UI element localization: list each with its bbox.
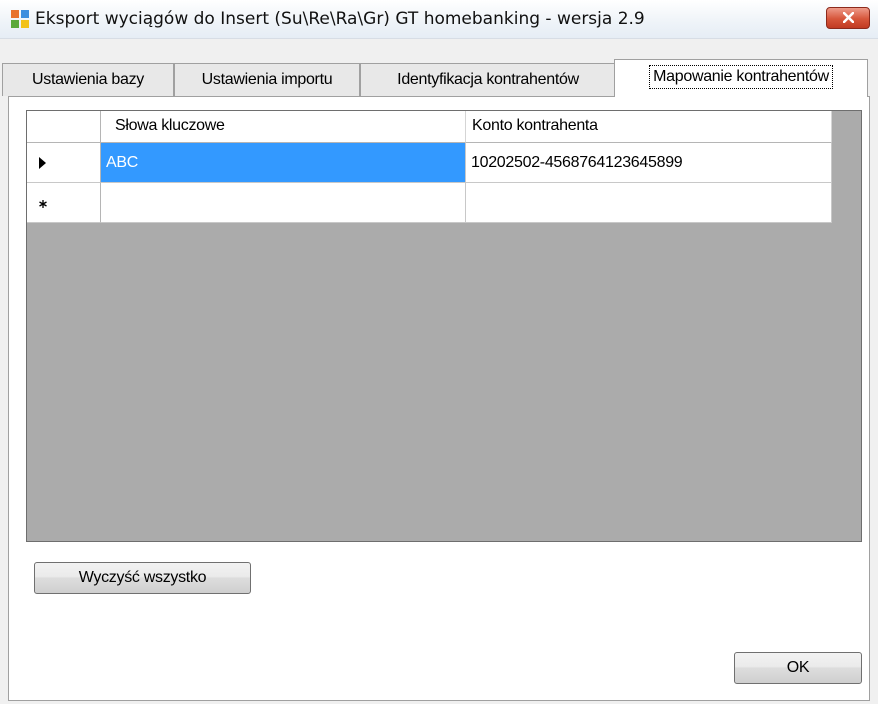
cell-account[interactable]: 10202502-4568764123645899 [466,143,832,183]
mapping-data-grid[interactable]: Słowa kluczowe Konto kontrahenta ABC 102… [26,110,862,542]
row-header[interactable] [27,143,101,183]
ok-button[interactable]: OK [734,652,862,684]
cell-account[interactable] [466,183,832,223]
tab-label: Mapowanie kontrahentów [649,65,833,89]
row-arrow-icon [39,157,46,169]
column-header-keywords[interactable]: Słowa kluczowe [101,111,466,143]
title-bar[interactable]: Eksport wyciągów do Insert (Su\Re\Ra\Gr)… [0,0,878,39]
cell-keywords[interactable] [101,183,466,223]
clear-all-button[interactable]: Wyczyść wszystko [34,562,251,594]
export-dialog-window: Eksport wyciągów do Insert (Su\Re\Ra\Gr)… [0,0,878,704]
tab-label: Ustawienia bazy [31,71,144,88]
tab-import-settings[interactable]: Ustawienia importu [174,63,360,96]
tab-label: Ustawienia importu [201,71,333,88]
row-header[interactable] [27,183,101,223]
window-app-icon [11,10,29,28]
tab-contractor-identification[interactable]: Identyfikacja kontrahentów [360,63,616,96]
tab-database-settings[interactable]: Ustawienia bazy [2,63,174,96]
tab-contractor-mapping[interactable]: Mapowanie kontrahentów [614,59,868,97]
close-button[interactable] [826,7,870,29]
header-corner-cell[interactable] [27,111,101,143]
new-row-asterisk-icon [39,200,47,208]
tab-label: Identyfikacja kontrahentów [397,71,579,88]
column-header-account[interactable]: Konto kontrahenta [466,111,832,143]
window-title: Eksport wyciągów do Insert (Su\Re\Ra\Gr)… [35,9,645,29]
cell-keywords[interactable]: ABC [101,143,466,183]
close-icon [843,12,854,23]
